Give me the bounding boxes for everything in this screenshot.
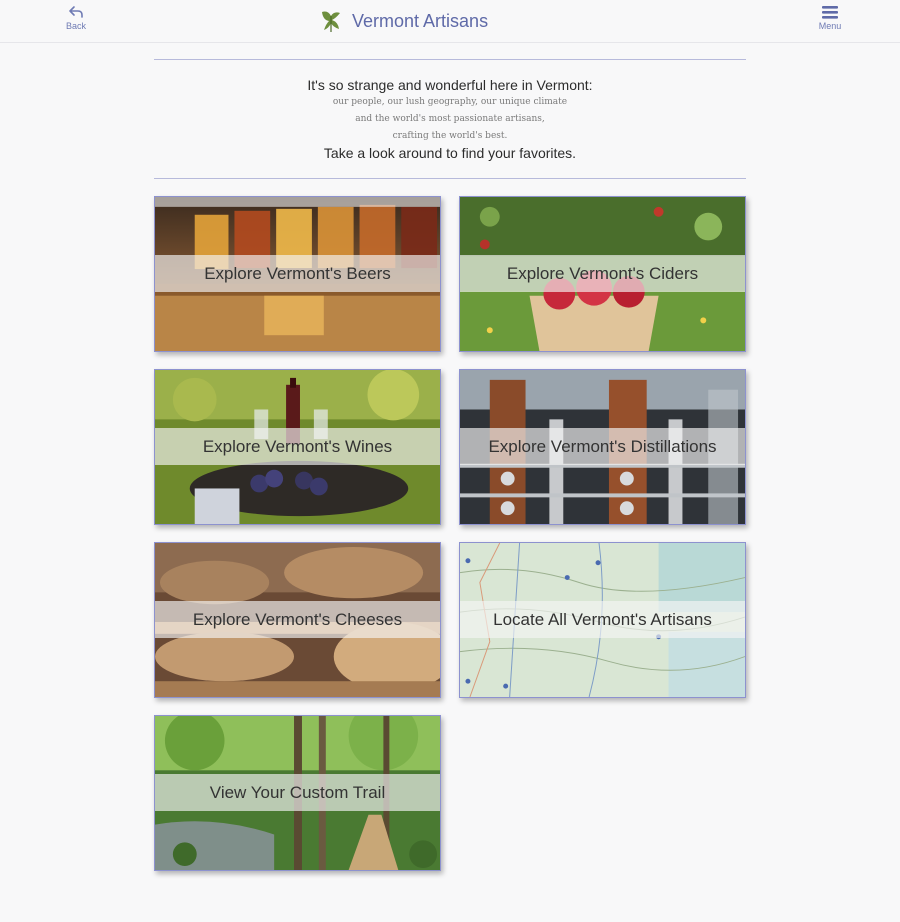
tile-label-band: Explore Vermont's Distillations xyxy=(460,428,745,465)
tile-beers-label: Explore Vermont's Beers xyxy=(204,263,391,283)
tile-ciders[interactable]: Explore Vermont's Ciders xyxy=(459,196,746,352)
tile-ciders-label: Explore Vermont's Ciders xyxy=(506,263,699,283)
leaf-logo-icon xyxy=(322,11,340,32)
intro-line-2: our people, our lush geography, our uniq… xyxy=(332,97,568,107)
tile-label-band: Explore Vermont's Wines xyxy=(155,428,440,465)
tile-locate-artisans-label: Locate All Vermont's Artisans xyxy=(493,609,712,629)
back-button[interactable]: Back xyxy=(56,4,96,38)
menu-button[interactable]: Menu xyxy=(810,4,850,38)
brand[interactable]: Vermont Artisans xyxy=(318,7,488,35)
tile-custom-trail[interactable]: View Your Custom Trail xyxy=(154,715,441,871)
tile-distillations-label: Explore Vermont's Distillations xyxy=(488,436,717,456)
brand-title: Vermont Artisans xyxy=(352,10,489,31)
intro-line-4: crafting the world's best. xyxy=(392,131,508,141)
intro-line-3: and the world's most passionate artisans… xyxy=(355,114,545,124)
intro-section: It's so strange and wonderful here in Ve… xyxy=(154,59,746,179)
menu-label: Menu xyxy=(818,21,842,31)
intro-headline: It's so strange and wonderful here in Ve… xyxy=(307,77,593,93)
tile-distillations[interactable]: Explore Vermont's Distillations xyxy=(459,369,746,525)
tile-label-band: Explore Vermont's Cheeses xyxy=(155,601,440,638)
hamburger-icon xyxy=(822,6,838,19)
tile-custom-trail-label: View Your Custom Trail xyxy=(209,782,386,802)
intro-call-to-action: Take a look around to find your favorite… xyxy=(323,145,577,161)
tile-wines[interactable]: Explore Vermont's Wines xyxy=(154,369,441,525)
tile-wines-label: Explore Vermont's Wines xyxy=(202,436,393,456)
tile-cheeses-label: Explore Vermont's Cheeses xyxy=(192,609,403,629)
tile-label-band: Explore Vermont's Ciders xyxy=(460,255,745,292)
tile-label-band: Explore Vermont's Beers xyxy=(155,255,440,292)
top-bar: Back Vermont Artisans Menu xyxy=(0,0,900,43)
tile-label-band: Locate All Vermont's Artisans xyxy=(460,601,745,638)
tile-cheeses[interactable]: Explore Vermont's Cheeses xyxy=(154,542,441,698)
tile-label-band: View Your Custom Trail xyxy=(155,774,440,811)
back-label: Back xyxy=(65,21,86,31)
tile-locate-artisans[interactable]: Locate All Vermont's Artisans xyxy=(459,542,746,698)
tile-beers[interactable]: Explore Vermont's Beers xyxy=(154,196,441,352)
reply-arrow-icon xyxy=(69,6,83,18)
